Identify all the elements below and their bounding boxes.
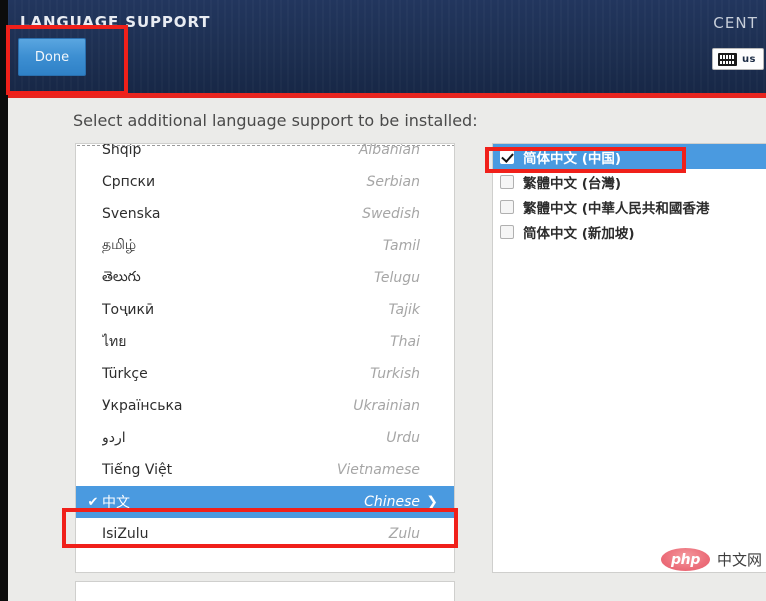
content-area: Select additional language support to be… — [8, 98, 766, 601]
language-english-name: Swedish — [362, 206, 420, 222]
language-english-name: Urdu — [386, 430, 420, 446]
language-english-name: Albanian — [358, 143, 420, 158]
language-english-name: Tamil — [382, 238, 420, 254]
done-button-label: Done — [34, 49, 70, 65]
window-header: LANGUAGE SUPPORT CENT Done us — [0, 0, 766, 93]
distro-name: CENT — [713, 14, 758, 32]
site-watermark: php 中文网 — [661, 548, 762, 571]
header-underline — [0, 93, 766, 98]
language-english-name: Zulu — [388, 526, 420, 542]
language-rows: Shqip Albanian Српски Serbian Svenska Swedish… — [76, 143, 454, 550]
locale-checkbox[interactable] — [500, 174, 514, 189]
language-english-name: Tajik — [388, 302, 420, 318]
locale-row[interactable]: 简体中文 (新加坡) — [493, 219, 766, 244]
language-english-name: Thai — [390, 334, 420, 350]
instruction-text: Select additional language support to be… — [73, 111, 478, 130]
language-native-name: ไทย — [102, 334, 127, 350]
language-native-name: Shqip — [102, 143, 142, 158]
locale-checkbox[interactable] — [500, 199, 514, 214]
language-native-name: IsiZulu — [102, 526, 149, 542]
locale-label: 简体中文 (新加坡) — [523, 225, 635, 242]
language-row[interactable]: தமிழ் Tamil — [76, 230, 454, 262]
locale-row[interactable]: 繁體中文 (中華人民共和國香港 — [493, 194, 766, 219]
language-row[interactable]: ✔ 中文 Chinese ❯ — [76, 486, 454, 518]
language-row[interactable]: Svenska Swedish — [76, 198, 454, 230]
language-english-name: Telugu — [374, 270, 420, 286]
language-native-name: Türkçe — [102, 366, 148, 382]
language-row[interactable]: Српски Serbian — [76, 166, 454, 198]
locale-list[interactable]: 简体中文 (中国) 繁體中文 (台灣) 繁體中文 (中華人民共和國香港 简体中文 (新… — [492, 143, 766, 573]
done-button[interactable]: Done — [18, 38, 86, 76]
language-row[interactable]: Türkçe Turkish — [76, 358, 454, 390]
language-native-name: తెలుగు — [102, 268, 141, 285]
keyboard-layout-indicator[interactable]: us — [712, 48, 764, 70]
watermark-site-label: 中文网 — [717, 551, 763, 569]
locale-checkbox[interactable] — [500, 224, 514, 239]
language-row[interactable]: Shqip Albanian — [76, 143, 454, 166]
screen-left-edge — [0, 0, 8, 601]
language-row[interactable]: ไทย Thai — [76, 326, 454, 358]
language-english-name: Ukrainian — [353, 398, 420, 414]
language-english-name: Vietnamese — [336, 462, 420, 478]
language-english-name: Turkish — [370, 366, 420, 382]
language-english-name: Serbian — [366, 174, 420, 190]
language-row[interactable]: Tiếng Việt Vietnamese — [76, 454, 454, 486]
page-title: LANGUAGE SUPPORT — [20, 13, 211, 31]
locale-row[interactable]: 简体中文 (中国) — [493, 144, 766, 169]
language-native-name: Српски — [102, 174, 156, 190]
language-row[interactable]: IsiZulu Zulu — [76, 518, 454, 550]
language-native-name: اردو — [102, 430, 126, 446]
language-native-name: 中文 — [102, 495, 130, 511]
keyboard-layout-label: us — [742, 53, 756, 65]
locale-label: 繁體中文 (台灣) — [523, 175, 622, 192]
language-native-name: Тоҷикӣ — [102, 302, 155, 318]
locale-checkbox[interactable] — [500, 149, 514, 164]
locale-label: 繁體中文 (中華人民共和國香港 — [523, 200, 710, 217]
language-native-name: Svenska — [102, 206, 161, 222]
language-row[interactable]: Тоҷикӣ Tajik — [76, 294, 454, 326]
locale-label: 简体中文 (中国) — [523, 150, 622, 167]
language-native-name: Tiếng Việt — [102, 462, 173, 478]
php-logo: php — [661, 548, 710, 571]
language-row[interactable]: తెలుగు Telugu — [76, 262, 454, 294]
language-native-name: தமிழ் — [102, 237, 137, 253]
language-row-check-icon: ✔ — [87, 494, 99, 510]
keyboard-icon — [718, 52, 737, 66]
locale-row[interactable]: 繁體中文 (台灣) — [493, 169, 766, 194]
language-list[interactable]: Shqip Albanian Српски Serbian Svenska Swedish… — [75, 143, 455, 573]
chevron-right-icon: ❯ — [426, 494, 438, 510]
language-search-input[interactable] — [75, 581, 455, 601]
language-row[interactable]: اردو Urdu — [76, 422, 454, 454]
language-native-name: Українська — [102, 398, 183, 414]
locale-rows: 简体中文 (中国) 繁體中文 (台灣) 繁體中文 (中華人民共和國香港 简体中文 (新… — [493, 144, 766, 244]
installer-screen: LANGUAGE SUPPORT CENT Done us Select add… — [0, 0, 766, 601]
language-row[interactable]: Українська Ukrainian — [76, 390, 454, 422]
language-english-name: Chinese — [364, 494, 420, 510]
